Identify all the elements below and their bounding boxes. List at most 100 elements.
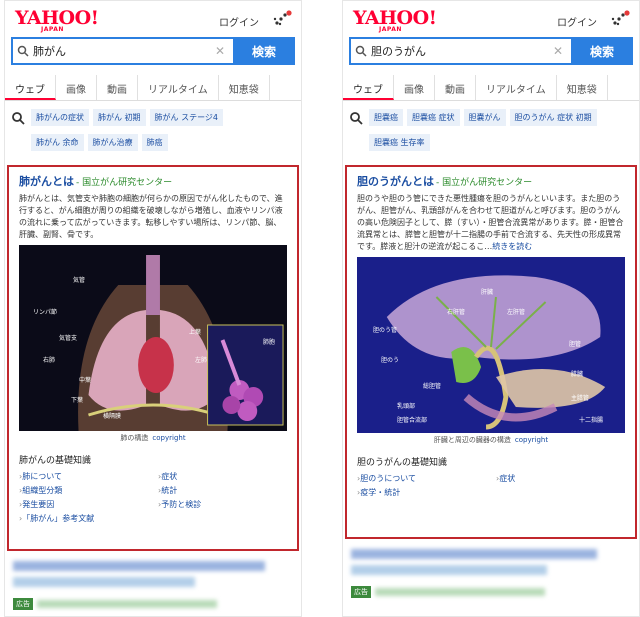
search-input[interactable]: 肺がん ✕ [11,37,233,65]
tab-realtime[interactable]: リアルタイム [138,75,219,100]
related-chip[interactable]: 胆嚢癌 生存率 [369,134,430,151]
related-chip[interactable]: 肺がん治療 [87,134,138,151]
figure-label: 胆管 [569,341,582,348]
copyright-link[interactable]: copyright [515,436,548,444]
related-chip[interactable]: 胆嚢癌 症状 [407,109,460,126]
search-tabs: ウェブ 画像 動画 リアルタイム 知恵袋 [5,75,301,101]
login-link[interactable]: ログイン [219,14,259,29]
figure-label: 中葉 [79,377,92,384]
related-chip[interactable]: 肺がんの症状 [31,109,89,126]
card-source[interactable]: - 国立がん研究センター [436,178,532,188]
related-chip[interactable]: 胆嚢がん [463,109,506,126]
figure-label: 左肝管 [507,309,526,316]
basics-link[interactable]: 症状 [158,471,287,482]
card-description: 胆のうや胆のう管にできた悪性腫瘍を胆のうがんといいます。また胆のうがん、胆管がん… [357,194,624,251]
figure-label: 乳頭部 [397,403,416,410]
basics-link[interactable]: 肺について [19,471,148,482]
search-bar: 胆のうがん ✕ 検索 [349,37,633,65]
search-button[interactable]: 検索 [233,37,295,65]
tab-images[interactable]: 画像 [56,75,97,100]
top-bar: YAHOO! JAPAN ログイン [5,1,301,35]
card-title-link[interactable]: 肺がんとは [19,175,74,188]
figure-label: 左肺 [195,357,208,364]
related-chip[interactable]: 肺癌 [141,134,168,151]
search-tabs: ウェブ 画像 動画 リアルタイム 知恵袋 [343,75,639,101]
search-bar: 肺がん ✕ 検索 [11,37,295,65]
figure-label: 胆のう管 [373,327,398,334]
liver-anatomy-image[interactable]: 肝臓 胆のう管 胆のう 右肝管 左肝管 胆管 十二指腸 膵臓 主膵管 総胆管 乳… [357,257,625,433]
yahoo-logo[interactable]: YAHOO! JAPAN [15,7,99,33]
figure-label: 膵臓 [571,371,584,378]
tab-web[interactable]: ウェブ [5,75,56,100]
card-source[interactable]: - 国立がん研究センター [76,178,172,188]
search-icon [355,45,367,57]
related-chip[interactable]: 肺がん 余命 [31,134,84,151]
menu-icon[interactable] [271,10,293,28]
figure-label: 横隔膜 [103,413,122,420]
tab-realtime[interactable]: リアルタイム [476,75,557,100]
related-chip[interactable]: 胆嚢癌 [369,109,403,126]
figure-label: 胆管合流部 [397,417,428,424]
related-searches: 胆嚢癌 胆嚢癌 症状 胆嚢がん 胆のうがん 症状 初期 胆嚢癌 生存率 [349,109,633,159]
basics-link[interactable]: 発生要因 [19,499,148,510]
ad-badge: 広告 [351,585,371,598]
blurred-result: 広告 [351,549,631,600]
figure-label: 肺胞 [263,339,276,346]
yahoo-logo[interactable]: YAHOO! JAPAN [353,7,437,33]
figure-label: 下葉 [71,397,84,404]
tab-video[interactable]: 動画 [435,75,476,100]
figure-label: 気管支 [59,335,78,342]
top-bar: YAHOO! JAPAN ログイン [343,1,639,35]
basics-link[interactable]: 疫学・統計 [357,487,486,498]
search-icon [12,112,25,125]
knowledge-card: 肺がんとは - 国立がん研究センター 肺がんとは、気管支や肺胞の細胞が何らかの原因… [7,165,299,551]
basics-link[interactable]: 統計 [158,485,287,496]
figure-label: 総胆管 [423,383,442,390]
knowledge-card: 胆のうがんとは - 国立がん研究センター 胆のうや胆のう管にできた悪性腫瘍を胆のう… [345,165,637,539]
basics-link[interactable]: 胆のうについて [357,473,486,484]
basics-link[interactable]: 組織型分類 [19,485,148,496]
clear-icon[interactable]: ✕ [213,44,227,58]
search-icon [350,112,363,125]
figure-caption: 肝臓と周辺の臓器の構造 copyright [433,436,549,444]
basics-link[interactable]: 「肺がん」参考文献 [19,513,148,524]
login-link[interactable]: ログイン [557,14,597,29]
related-chip[interactable]: 肺がん 初期 [93,109,146,126]
search-query: 肺がん [33,45,66,58]
figure-label: 主膵管 [571,395,590,402]
tab-web[interactable]: ウェブ [343,75,394,100]
menu-icon[interactable] [609,10,631,28]
card-description: 肺がんとは、気管支や肺胞の細胞が何らかの原因でがん化したもので、進行すると、がん… [19,194,283,239]
search-button[interactable]: 検索 [571,37,633,65]
basics-link[interactable]: 症状 [496,473,625,484]
basics-title: 胆のうがんの基礎知識 [357,458,448,468]
clear-icon[interactable]: ✕ [551,44,565,58]
search-screen-lung-cancer: YAHOO! JAPAN ログイン 肺がん ✕ 検索 ウェブ 画像 動画 リアルタ… [4,0,302,617]
ad-badge: 広告 [13,597,33,610]
basics-link[interactable]: 予防と検診 [158,499,287,510]
tab-video[interactable]: 動画 [97,75,138,100]
related-chip[interactable]: 胆のうがん 症状 初期 [509,109,597,126]
search-query: 胆のうがん [371,45,426,58]
basics-title: 肺がんの基礎知識 [19,456,92,466]
figure-label: 十二指腸 [579,417,604,424]
blurred-result: 広告 [13,561,293,612]
search-icon [17,45,29,57]
copyright-link[interactable]: copyright [152,434,185,442]
figure-caption: 肺の構造 copyright [120,434,186,442]
read-more-link[interactable]: 続きを読む [492,242,532,251]
tab-chiebukuro[interactable]: 知恵袋 [557,75,608,100]
figure-label: 肝臓 [481,289,494,296]
basics-links: 肺について 症状 組織型分類 統計 発生要因 予防と検診 「肺がん」参考文献 [19,471,287,524]
tab-images[interactable]: 画像 [394,75,435,100]
search-input[interactable]: 胆のうがん ✕ [349,37,571,65]
tab-chiebukuro[interactable]: 知恵袋 [219,75,270,100]
card-title-link[interactable]: 胆のうがんとは [357,175,434,188]
figure-label: 気管 [73,277,86,284]
search-screen-gallbladder-cancer: YAHOO! JAPAN ログイン 胆のうがん ✕ 検索 ウェブ 画像 動画 リア… [342,0,640,617]
figure-label: リンパ節 [33,309,58,316]
related-chip[interactable]: 肺がん ステージ4 [149,109,224,126]
figure-label: 胆のう [381,357,400,364]
lung-anatomy-image[interactable]: 気管 気管支 リンパ節 右肺 左肺 肺胞 上葉 中葉 下葉 横隔膜 [19,245,287,431]
figure-label: 上葉 [189,329,202,336]
